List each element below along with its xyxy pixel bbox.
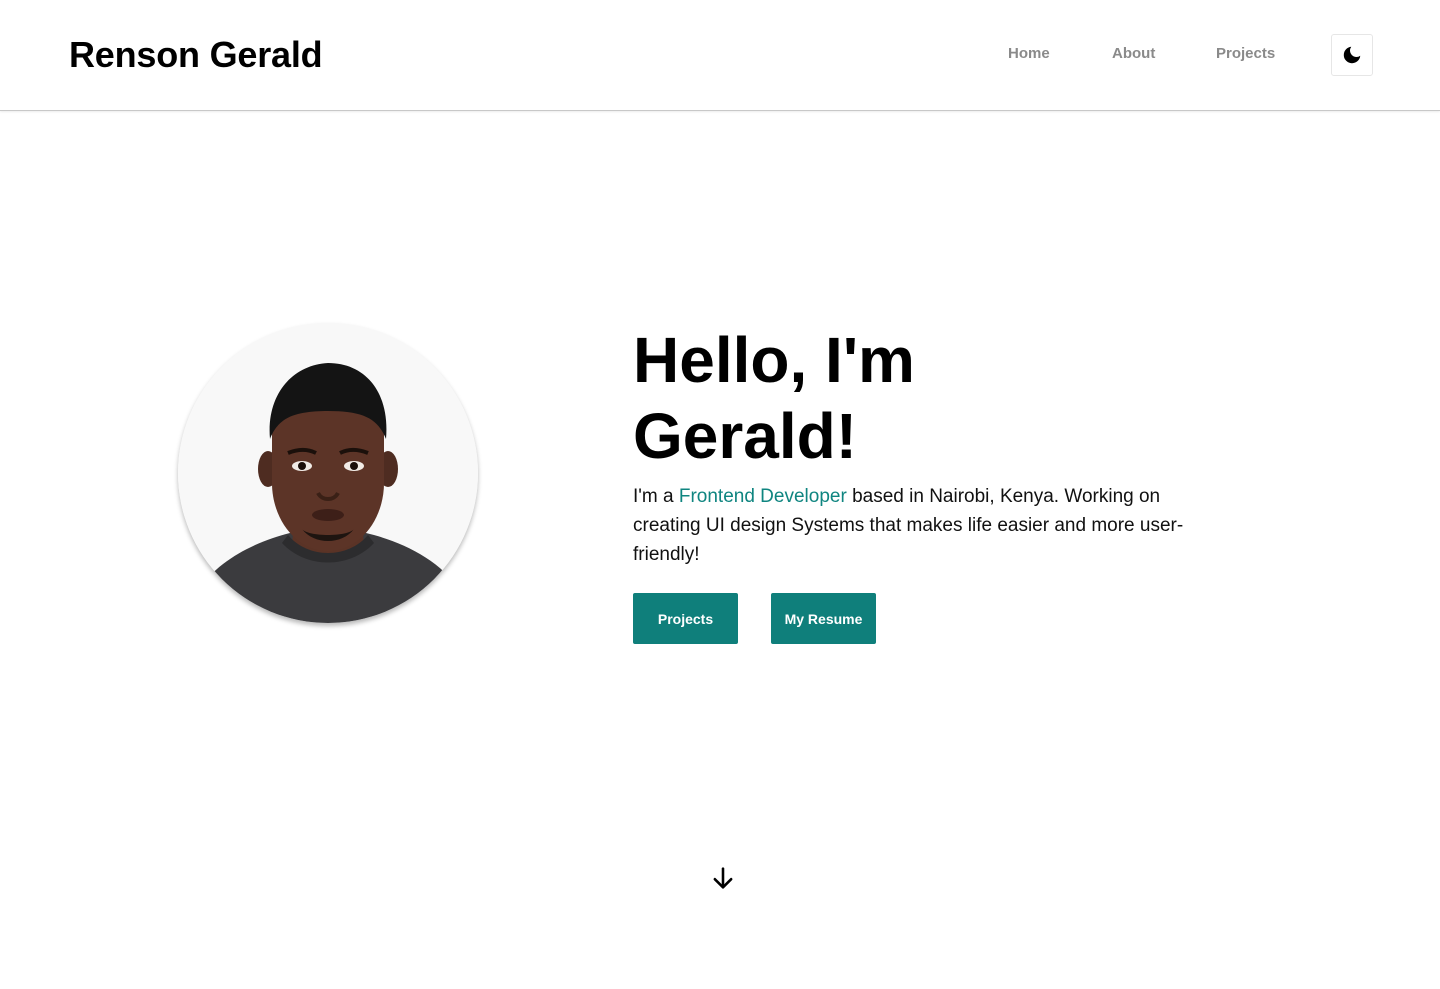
- moon-icon: [1343, 46, 1361, 64]
- brand-name[interactable]: Renson Gerald: [69, 33, 323, 77]
- hero-title-line-2: Gerald!: [633, 400, 858, 472]
- resume-button[interactable]: My Resume: [771, 593, 876, 644]
- nav-about-link[interactable]: About: [1112, 44, 1155, 64]
- nav-projects-link[interactable]: Projects: [1216, 44, 1275, 64]
- projects-button[interactable]: Projects: [633, 593, 738, 644]
- scroll-down-button[interactable]: [709, 864, 737, 892]
- nav-home-link[interactable]: Home: [1008, 44, 1050, 64]
- arrow-down-icon: [713, 867, 733, 889]
- theme-toggle-button[interactable]: [1331, 34, 1373, 76]
- hero-intro: I'm a Frontend Developer based in Nairob…: [633, 482, 1193, 569]
- hero-title-line-1: Hello, I'm: [633, 324, 915, 396]
- site-header: Renson Gerald Home About Projects: [0, 0, 1440, 111]
- portrait-illustration: [178, 323, 478, 623]
- profile-photo: [178, 323, 478, 623]
- intro-prefix: I'm a: [633, 486, 679, 507]
- hero-title: Hello, I'm Gerald!: [633, 322, 1193, 474]
- intro-role-highlight: Frontend Developer: [678, 486, 847, 507]
